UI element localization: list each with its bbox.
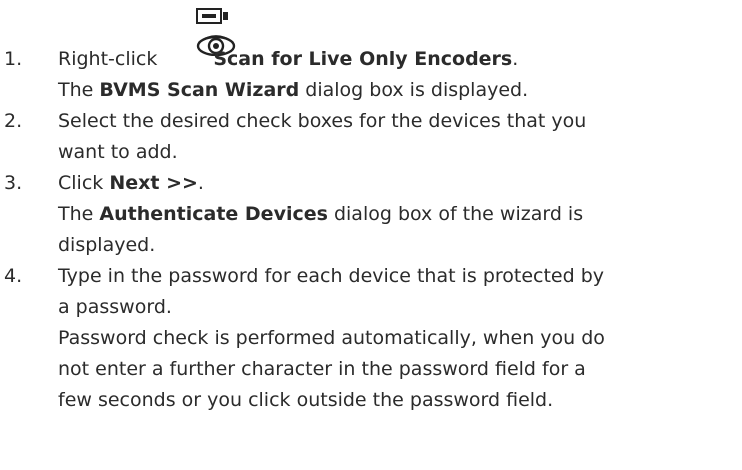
step-item: 4. Type in the password for each device … bbox=[0, 261, 742, 416]
document-page: 1. Right-click Scan for Live Only Encoder… bbox=[0, 0, 742, 470]
step-line: The BVMS Scan Wizard dialog box is displ… bbox=[58, 75, 742, 106]
step-line: displayed. bbox=[58, 234, 156, 256]
step-bold-text: Next >> bbox=[109, 172, 198, 194]
step-number: 1. bbox=[4, 48, 23, 70]
step-item: 2. Select the desired check boxes for th… bbox=[0, 106, 742, 168]
step-bold-text: Scan for Live Only Encoders bbox=[213, 48, 513, 70]
step-item: 3. Click Next >>. The Authenticate Devic… bbox=[0, 168, 742, 261]
step-number: 2. bbox=[4, 110, 23, 132]
step-number: 3. bbox=[4, 172, 23, 194]
step-text: . bbox=[512, 48, 519, 70]
step-text: The bbox=[58, 203, 100, 225]
step-line: Right-click Scan for Live Only Encoders. bbox=[58, 44, 742, 75]
step-bold-text: BVMS Scan Wizard bbox=[99, 79, 300, 101]
procedure-steps: 1. Right-click Scan for Live Only Encoder… bbox=[0, 44, 742, 416]
step-line: few seconds or you click outside the pas… bbox=[58, 389, 554, 411]
step-line: want to add. bbox=[58, 141, 178, 163]
step-line: Type in the password for each device tha… bbox=[58, 265, 605, 287]
step-line: a password. bbox=[58, 296, 172, 318]
step-bold-text: Authenticate Devices bbox=[99, 203, 328, 225]
step-line: not enter a further character in the pas… bbox=[58, 358, 586, 380]
step-text: Click bbox=[58, 172, 110, 194]
step-text: Right-click bbox=[58, 48, 158, 70]
step-item: 1. Right-click Scan for Live Only Encoder… bbox=[0, 44, 742, 106]
step-text: The bbox=[58, 79, 100, 101]
step-line: Click Next >>. bbox=[58, 168, 742, 199]
step-text: . bbox=[197, 172, 204, 194]
step-text: dialog box of the wizard is bbox=[327, 203, 584, 225]
step-line: The Authenticate Devices dialog box of t… bbox=[58, 199, 742, 230]
step-line: Select the desired check boxes for the d… bbox=[58, 110, 587, 132]
step-line: Password check is performed automaticall… bbox=[58, 327, 605, 349]
step-text: dialog box is displayed. bbox=[299, 79, 529, 101]
step-number: 4. bbox=[4, 265, 23, 287]
